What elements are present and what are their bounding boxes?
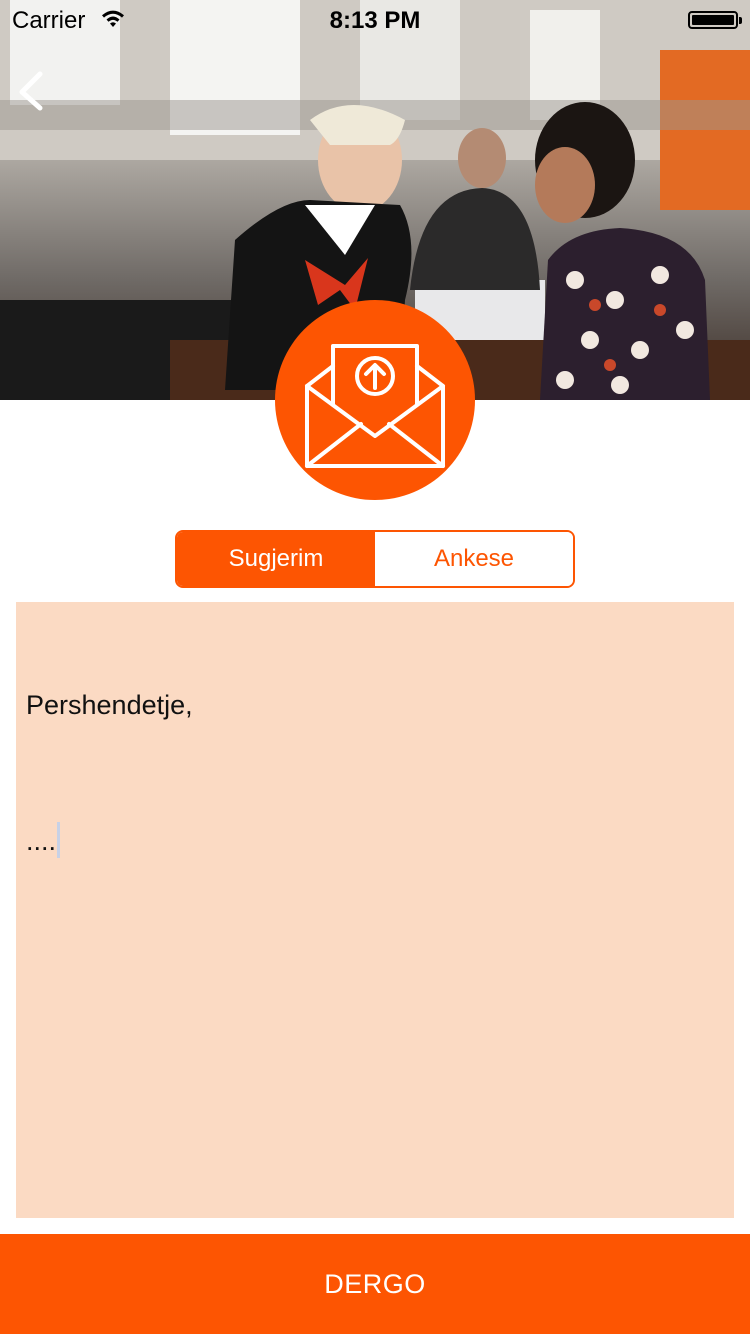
message-line-body: .... <box>26 822 724 858</box>
status-bar: Carrier 8:13 PM <box>0 0 750 40</box>
message-textarea[interactable]: Pershendetje, .... <box>16 602 734 1218</box>
text-cursor <box>57 822 61 858</box>
message-line-greeting: Pershendetje, <box>26 690 193 720</box>
chevron-left-icon <box>19 71 43 111</box>
battery-icon <box>688 11 742 29</box>
category-segmented-control: Sugjerim Ankese <box>175 530 575 588</box>
envelope-upload-icon <box>305 344 445 468</box>
screen: Carrier 8:13 PM Sugjerim Ankese Pershend… <box>0 0 750 1334</box>
segment-sugjerim[interactable]: Sugjerim <box>177 532 375 586</box>
send-button[interactable]: DERGO <box>0 1234 750 1334</box>
envelope-badge <box>275 300 475 500</box>
segment-ankese[interactable]: Ankese <box>375 532 573 586</box>
back-button[interactable] <box>12 66 52 114</box>
message-body-text: .... <box>26 826 57 856</box>
status-time: 8:13 PM <box>329 7 421 34</box>
